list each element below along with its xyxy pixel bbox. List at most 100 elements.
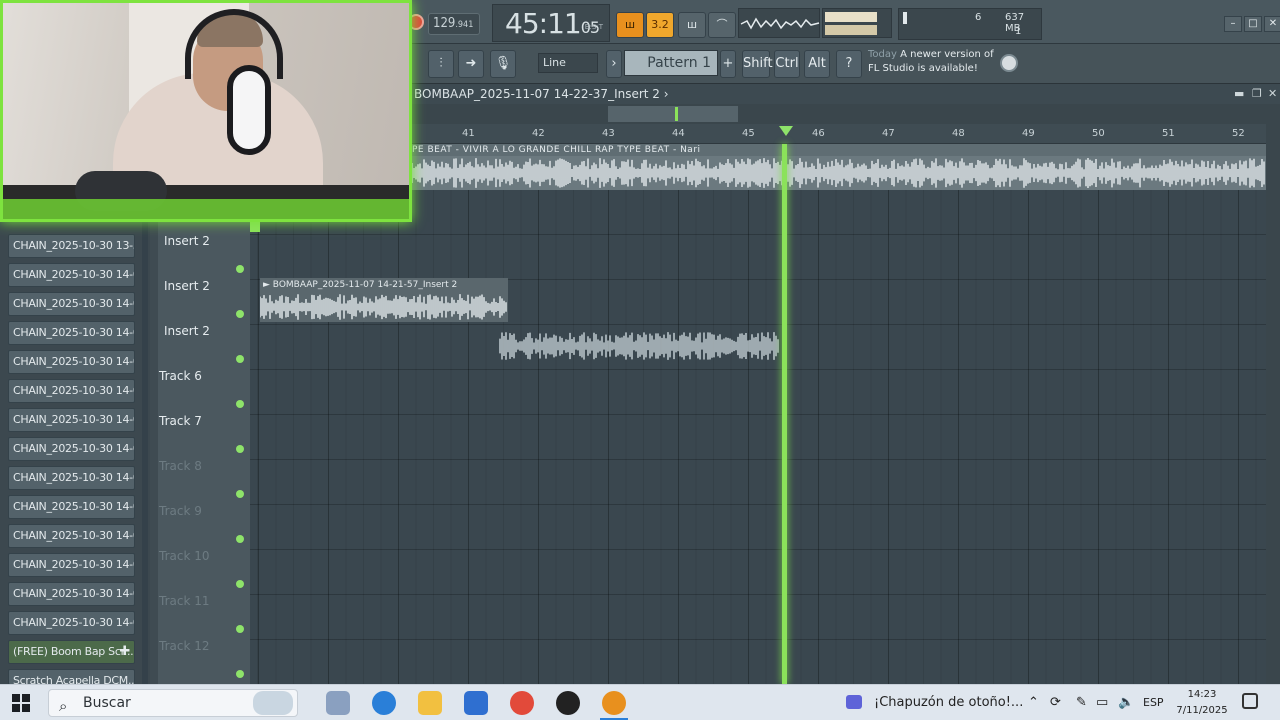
arrow-right-icon[interactable]: ➜: [458, 50, 484, 78]
browser-item[interactable]: CHAIN_2025-10-30 14-0...: [8, 524, 135, 548]
playlist-vertical-scroll[interactable]: [1266, 124, 1280, 684]
browser-item[interactable]: CHAIN_2025-10-30 14-0...: [8, 263, 135, 287]
add-pattern-button[interactable]: +: [720, 50, 736, 78]
track-mute-led[interactable]: [236, 490, 244, 498]
playlist-grid[interactable]: [250, 144, 1266, 684]
browser-sample-item-2[interactable]: Scratch Acapella DCM...: [8, 669, 135, 685]
news-widget[interactable]: ¡Chapuzón de otoño!...: [846, 693, 1026, 713]
track-name[interactable]: Track 10: [159, 549, 209, 563]
track-name[interactable]: Track 8: [159, 459, 202, 473]
browser-item[interactable]: CHAIN_2025-10-30 14-0...: [8, 582, 135, 606]
obs-icon[interactable]: [556, 691, 580, 715]
track-mute-led[interactable]: [236, 355, 244, 363]
shift-button[interactable]: Shift: [742, 50, 773, 78]
track-mute-led[interactable]: [236, 265, 244, 273]
mixer-icon[interactable]: ⫶: [428, 50, 454, 78]
pen-icon[interactable]: ✎: [1076, 693, 1087, 713]
ruler-bar-number: 52: [1232, 128, 1245, 139]
track-name[interactable]: Insert 2: [164, 234, 210, 248]
track-mute-led[interactable]: [236, 625, 244, 633]
close-button[interactable]: ✕: [1264, 16, 1280, 32]
playlist-horizontal-scroll[interactable]: [410, 104, 1280, 124]
browser-item[interactable]: CHAIN_2025-10-30 13-5...: [8, 234, 135, 258]
hint-icon[interactable]: ?: [836, 50, 862, 78]
polyphony-value: 1: [1015, 26, 1022, 37]
oscilloscope-display: [738, 8, 820, 38]
tray-expand-icon[interactable]: ⌃: [1028, 693, 1039, 713]
track-mute-led[interactable]: [236, 400, 244, 408]
browser-item[interactable]: CHAIN_2025-10-30 14-0...: [8, 321, 135, 345]
track-mute-led[interactable]: [236, 670, 244, 678]
taskbar-search[interactable]: ⌕ Buscar: [48, 689, 298, 717]
track-name[interactable]: Track 11: [159, 594, 209, 608]
song-position-marker[interactable]: [779, 126, 793, 136]
waveform3-icon: [499, 332, 779, 360]
playlist-title-bar[interactable]: BOMBAAP_2025-11-07 14-22-37_Insert 2 › ▬…: [410, 84, 1280, 104]
browser-item[interactable]: CHAIN_2025-10-30 14-0...: [8, 379, 135, 403]
alt-button[interactable]: Alt: [804, 50, 830, 78]
taskbar-clock[interactable]: 14:23 7/11/2025: [1174, 687, 1230, 719]
track-select-marker[interactable]: [250, 222, 260, 232]
network-icon[interactable]: ▭: [1096, 693, 1108, 713]
task-view-icon[interactable]: [326, 691, 350, 715]
time-display[interactable]: 45:1105 B:S:T: [492, 4, 610, 42]
browser-item[interactable]: CHAIN_2025-10-30 14-0...: [8, 437, 135, 461]
scroll-thumb[interactable]: [608, 106, 738, 122]
audio-clip-bombaap[interactable]: ► BOMBAAP_2025-11-07 14-21-57_Insert 2: [260, 278, 508, 322]
track-mute-led[interactable]: [236, 535, 244, 543]
microphone-icon[interactable]: 🎙: [490, 50, 516, 78]
store-icon[interactable]: [464, 691, 488, 715]
wait-input-icon[interactable]: ⌒: [708, 12, 736, 38]
playlist-minimize-icon[interactable]: ▬: [1234, 84, 1244, 104]
track-name[interactable]: Insert 2: [164, 279, 210, 293]
track-mute-led[interactable]: [236, 580, 244, 588]
minimize-button[interactable]: –: [1224, 16, 1242, 32]
track-name[interactable]: Insert 2: [164, 324, 210, 338]
browser-item[interactable]: CHAIN_2025-10-30 14-0...: [8, 495, 135, 519]
fl-studio-icon[interactable]: [602, 691, 626, 715]
track-name[interactable]: Track 12: [159, 639, 209, 653]
volume-icon[interactable]: 🔈: [1118, 693, 1134, 713]
browser-scrollbar[interactable]: [142, 222, 148, 684]
track-name[interactable]: Track 9: [159, 504, 202, 518]
track-name[interactable]: Track 7: [159, 414, 202, 428]
maximize-button[interactable]: □: [1244, 16, 1262, 32]
track-mute-led[interactable]: [236, 445, 244, 453]
track-mute-led[interactable]: [236, 310, 244, 318]
browser-item[interactable]: CHAIN_2025-10-30 14-0...: [8, 292, 135, 316]
browser-item[interactable]: CHAIN_2025-10-30 14-0...: [8, 611, 135, 635]
song-mode-button[interactable]: 3.2: [646, 12, 674, 38]
pattern-mode-button[interactable]: ш: [616, 12, 644, 38]
edge-icon[interactable]: [372, 691, 396, 715]
playlist-close-icon[interactable]: ✕: [1268, 84, 1277, 104]
browser-sample-item[interactable]: (FREE) Boom Bap Scr... ✚: [8, 640, 135, 664]
playhead[interactable]: [782, 144, 787, 684]
notifications-icon[interactable]: [1242, 693, 1258, 709]
pattern-prev-icon[interactable]: ›: [606, 50, 622, 78]
timeline-ruler[interactable]: 41 42 43 44 45 46 47 48 49 50 51 52: [410, 124, 1266, 144]
chrome-icon[interactable]: [510, 691, 534, 715]
microphone-image: [227, 65, 271, 155]
globe-icon[interactable]: [1000, 54, 1018, 72]
track-name[interactable]: Track 6: [159, 369, 202, 383]
browser-item[interactable]: CHAIN_2025-10-30 14-0...: [8, 466, 135, 490]
snap-select[interactable]: Line: [538, 53, 598, 73]
onedrive-icon[interactable]: ⟳: [1050, 693, 1061, 713]
browser-item[interactable]: CHAIN_2025-10-30 14-0...: [8, 553, 135, 577]
browser-item[interactable]: CHAIN_2025-10-30 14-0...: [8, 350, 135, 374]
windows-start-icon[interactable]: [12, 694, 30, 712]
file-explorer-icon[interactable]: [418, 691, 442, 715]
hint-today: Today: [868, 49, 897, 60]
ruler-bar-number: 51: [1162, 128, 1175, 139]
browser-item[interactable]: CHAIN_2025-10-30 14-0...: [8, 408, 135, 432]
metronome-icon[interactable]: ш: [678, 12, 706, 38]
playlist-restore-icon[interactable]: ❐: [1252, 84, 1262, 104]
audio-clip-beat[interactable]: PE BEAT - VIVIR A LO GRANDE CHILL RAP TY…: [410, 144, 1266, 190]
ctrl-button[interactable]: Ctrl: [774, 50, 800, 78]
scroll-position-marker: [675, 107, 678, 121]
language-indicator[interactable]: ESP: [1143, 693, 1164, 713]
ruler-bar-number: 45: [742, 128, 755, 139]
tempo-display[interactable]: 129.941: [428, 13, 480, 35]
pattern-selector[interactable]: Pattern 1: [624, 50, 718, 76]
hint-line1: A newer version of: [900, 49, 994, 60]
